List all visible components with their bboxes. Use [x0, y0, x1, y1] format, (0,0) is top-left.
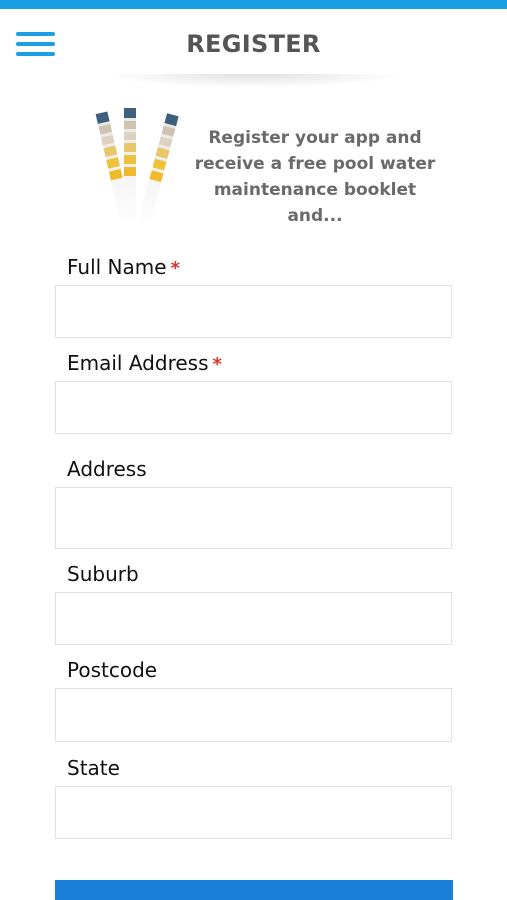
state-label: State [67, 756, 120, 780]
required-asterisk: * [212, 354, 222, 375]
email-address-label: Email Address * [67, 351, 222, 375]
full-name-label: Full Name * [67, 255, 180, 279]
suburb-label: Suburb [67, 562, 139, 586]
address-label: Address [67, 457, 147, 481]
address-field[interactable] [55, 487, 452, 549]
page-title: REGISTER [186, 30, 321, 58]
test-strips-icon [95, 108, 179, 231]
email-address-label-text: Email Address [67, 351, 209, 375]
full-name-field[interactable] [55, 285, 452, 338]
postcode-field[interactable] [55, 688, 452, 742]
full-name-label-text: Full Name [67, 255, 167, 279]
state-field[interactable] [55, 786, 452, 839]
required-asterisk: * [170, 258, 180, 279]
suburb-field[interactable] [55, 592, 452, 645]
top-accent-bar [0, 0, 507, 9]
header-shadow [100, 74, 407, 88]
email-address-field[interactable] [55, 381, 452, 434]
submit-button[interactable] [55, 880, 453, 900]
promo-message: Register your app and receive a free poo… [194, 128, 436, 226]
postcode-label: Postcode [67, 658, 158, 682]
